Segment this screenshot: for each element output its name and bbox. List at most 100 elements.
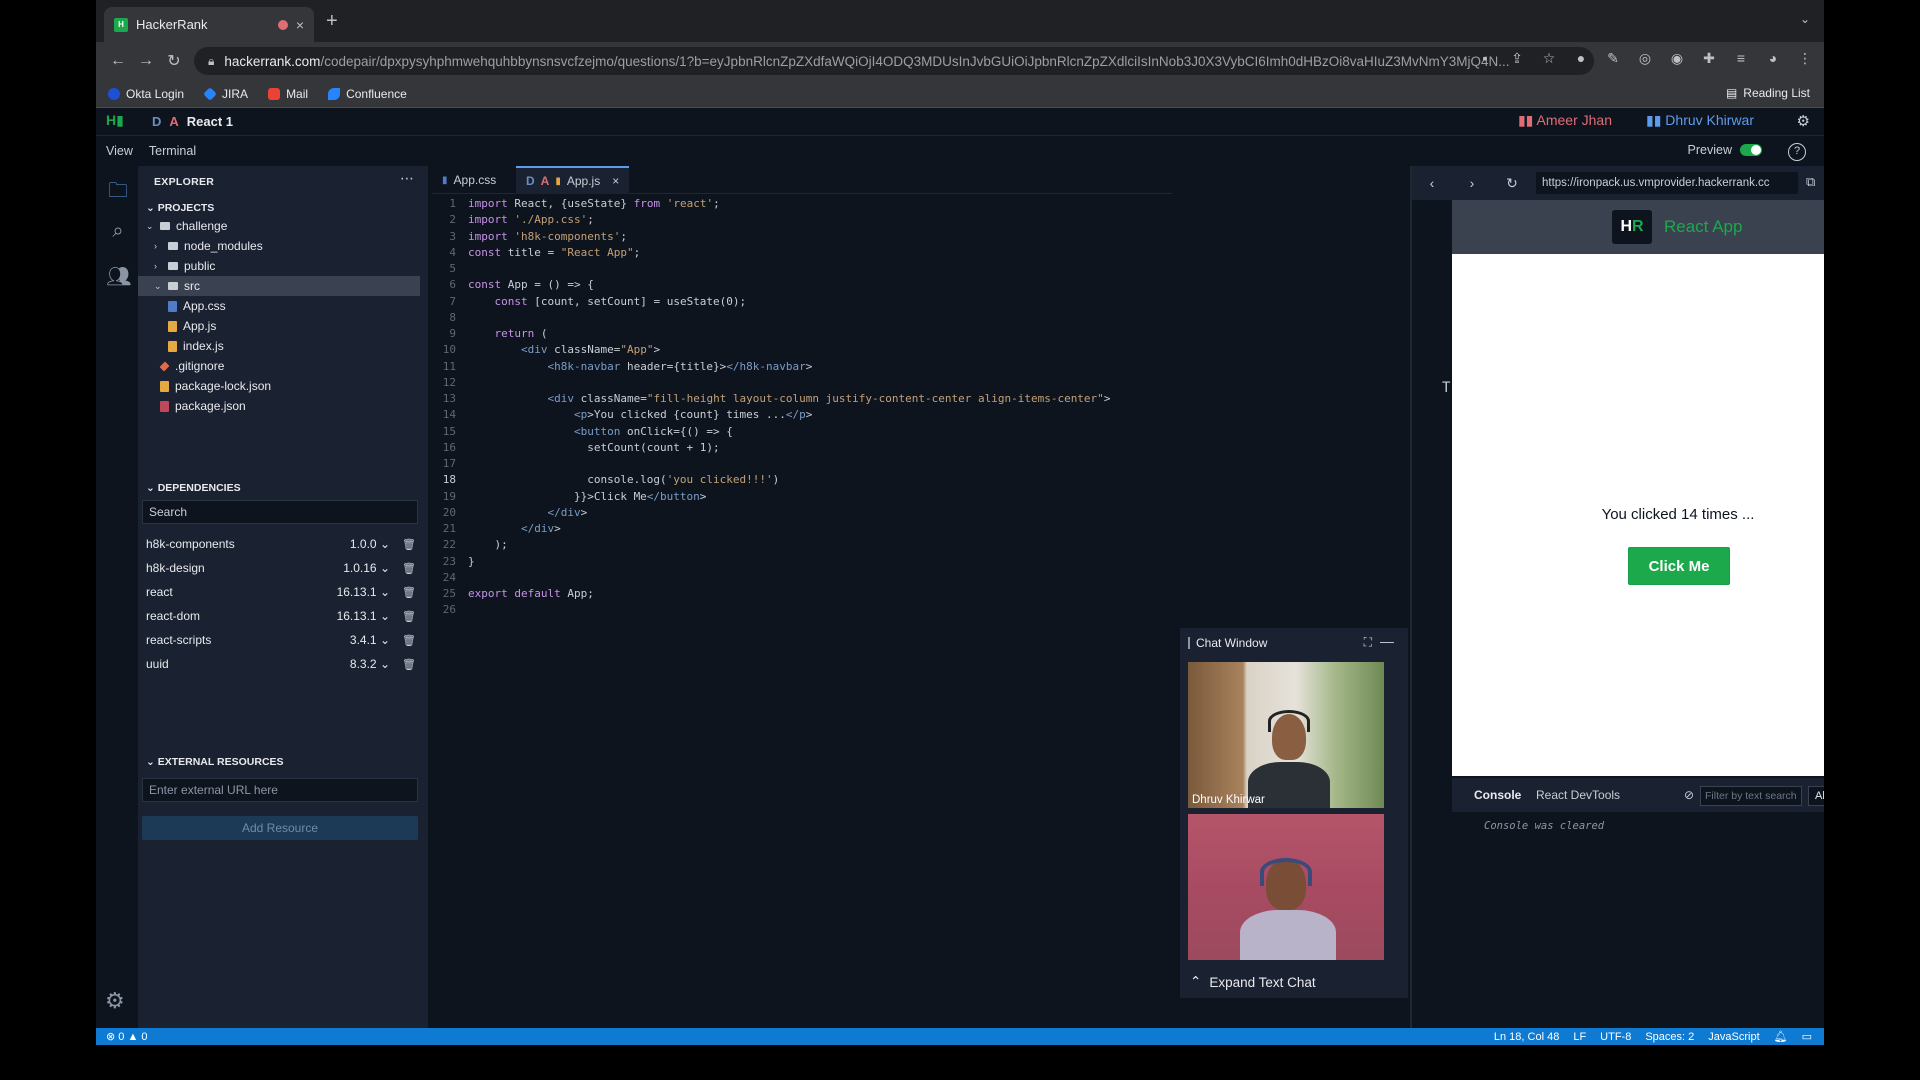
tree-file-package-json[interactable]: package.json xyxy=(138,396,428,416)
trash-icon[interactable]: 🗑︎ xyxy=(402,658,416,671)
tab-app-js[interactable]: D A ▮ App.js × xyxy=(516,166,630,194)
version-select[interactable]: 1.0.0 ⌄ xyxy=(350,537,390,551)
dependencies-header[interactable]: ⌄ DEPENDENCIES xyxy=(146,482,241,494)
code-line[interactable]: 5 xyxy=(432,261,1172,277)
code-line[interactable]: 19 }}>Click Me</button> xyxy=(432,489,1172,505)
trash-icon[interactable]: 🗑︎ xyxy=(402,634,416,647)
code-line[interactable]: 3 import 'h8k-components'; xyxy=(432,229,1172,245)
click-me-button[interactable]: Click Me xyxy=(1628,547,1730,585)
preview-toggle[interactable]: Preview xyxy=(1688,143,1762,157)
code-line[interactable]: 8 xyxy=(432,310,1172,326)
code-line[interactable]: 13 <div className="fill-height layout-co… xyxy=(432,391,1172,407)
version-select[interactable]: 16.13.1 ⌄ xyxy=(337,585,390,599)
extension-4-icon[interactable]: ◉ xyxy=(1668,50,1686,67)
external-resources-header[interactable]: ⌄ EXTERNAL RESOURCES xyxy=(146,756,284,768)
tree-file-gitignore[interactable]: .gitignore xyxy=(138,356,428,376)
code-line[interactable]: 20 </div> xyxy=(432,505,1172,521)
external-url-input[interactable]: Enter external URL here xyxy=(142,778,418,802)
code-line[interactable]: 2 import './App.css'; xyxy=(432,212,1172,228)
tree-file-app-js[interactable]: App.js xyxy=(138,316,428,336)
code-line[interactable]: 16 setCount(count + 1); xyxy=(432,440,1172,456)
version-select[interactable]: 1.0.16 ⌄ xyxy=(343,561,390,575)
encoding[interactable]: UTF-8 xyxy=(1600,1031,1631,1043)
extension-2-icon[interactable]: ✎ xyxy=(1604,50,1622,67)
version-select[interactable]: 3.4.1 ⌄ xyxy=(350,633,390,647)
share-icon[interactable]: ⇪ xyxy=(1508,50,1526,67)
browser-menu-icon[interactable]: ⋮ xyxy=(1796,50,1814,67)
code-line[interactable]: 12 xyxy=(432,375,1172,391)
tree-folder-public[interactable]: › public xyxy=(138,256,428,276)
gear-icon[interactable]: ⚙ xyxy=(1797,112,1810,130)
new-tab-icon[interactable]: + xyxy=(326,10,338,33)
tree-folder-node-modules[interactable]: › node_modules xyxy=(138,236,428,256)
tab-react-devtools[interactable]: React DevTools xyxy=(1536,788,1620,802)
tree-file-app-css[interactable]: App.css xyxy=(138,296,428,316)
tree-file-package-lock[interactable]: package-lock.json xyxy=(138,376,428,396)
pane-divider[interactable] xyxy=(1410,166,1412,1028)
console-filter-input[interactable]: Filter by text search xyxy=(1700,786,1802,806)
code-line[interactable]: 4 const title = "React App"; xyxy=(432,245,1172,261)
code-line[interactable]: 7 const [count, setCount] = useState(0); xyxy=(432,294,1172,310)
trash-icon[interactable]: 🗑︎ xyxy=(402,586,416,599)
bookmark-mail[interactable]: Mail xyxy=(268,87,308,101)
code-line[interactable]: 1 import React, {useState} from 'react'; xyxy=(432,196,1172,212)
menu-terminal[interactable]: Terminal xyxy=(149,144,196,158)
code-lines[interactable]: 1 import React, {useState} from 'react'; 2… xyxy=(432,196,1172,619)
participant-dhruv[interactable]: ▮▮ Dhruv Khirwar xyxy=(1646,112,1754,129)
log-level-select[interactable]: All xyxy=(1808,786,1824,806)
code-line[interactable]: 11 <h8k-navbar header={title}></h8k-navb… xyxy=(432,359,1172,375)
reading-list[interactable]: ▤ Reading List xyxy=(1726,86,1810,100)
more-icon[interactable]: ⋯ xyxy=(400,170,414,187)
preview-back-icon[interactable]: ‹ xyxy=(1412,175,1452,191)
preview-forward-icon[interactable]: › xyxy=(1452,175,1492,191)
close-tab-icon[interactable]: × xyxy=(612,174,619,188)
code-line[interactable]: 17 xyxy=(432,456,1172,472)
layout-icon[interactable]: ▭ xyxy=(1802,1030,1812,1043)
version-select[interactable]: 8.3.2 ⌄ xyxy=(350,657,390,671)
code-line[interactable]: 26 xyxy=(432,602,1172,618)
reload-icon[interactable]: ↻ xyxy=(160,51,188,71)
cursor-position[interactable]: Ln 18, Col 48 xyxy=(1494,1031,1559,1043)
tree-file-index-js[interactable]: index.js xyxy=(138,336,428,356)
back-arrow-icon[interactable]: ← xyxy=(104,52,132,70)
code-line[interactable]: 23} xyxy=(432,554,1172,570)
indentation[interactable]: Spaces: 2 xyxy=(1645,1031,1694,1043)
expand-text-chat-button[interactable]: ⌃ Expand Text Chat xyxy=(1180,966,1408,998)
help-icon[interactable]: ? xyxy=(1788,143,1806,161)
forward-arrow-icon[interactable]: → xyxy=(132,52,160,70)
drag-handle-icon[interactable] xyxy=(1188,637,1190,649)
trash-icon[interactable]: 🗑︎ xyxy=(402,610,416,623)
close-tab-icon[interactable]: × xyxy=(296,17,304,33)
address-bar[interactable]: 🔒︎ hackerrank.com /codepair/dpxpysyhphmw… xyxy=(194,47,1594,75)
browser-tab[interactable]: H HackerRank × xyxy=(104,7,314,42)
code-line[interactable]: 15 <button onClick={() => { xyxy=(432,424,1172,440)
code-line[interactable]: 18 console.log('you clicked!!!') xyxy=(432,472,1172,488)
dependency-search-input[interactable]: Search xyxy=(142,500,418,524)
projects-header[interactable]: ⌄ PROJECTS xyxy=(146,202,214,214)
tree-folder-challenge[interactable]: ⌄ challenge xyxy=(138,216,428,236)
bookmark-star-icon[interactable]: ☆ xyxy=(1540,50,1558,67)
version-select[interactable]: 16.13.1 ⌄ xyxy=(337,609,390,623)
camera-icon[interactable]: ▪ xyxy=(1476,50,1494,67)
bell-icon[interactable]: 🔔︎ xyxy=(1774,1030,1788,1043)
open-external-icon[interactable]: ⧉ xyxy=(1806,174,1815,190)
code-line[interactable]: 22 ); xyxy=(432,537,1172,553)
code-line[interactable]: 10 <div className="App"> xyxy=(432,342,1172,358)
add-resource-button[interactable]: Add Resource xyxy=(142,816,418,840)
clear-console-icon[interactable]: ⊘ xyxy=(1684,788,1694,802)
preview-url-input[interactable]: https://ironpack.us.vmprovider.hackerran… xyxy=(1536,172,1798,194)
language-mode[interactable]: JavaScript xyxy=(1708,1031,1759,1043)
code-line[interactable]: 25 export default App; xyxy=(432,586,1172,602)
code-line[interactable]: 6 const App = () => { xyxy=(432,277,1172,293)
menu-view[interactable]: View xyxy=(106,144,133,158)
code-line[interactable]: 24 xyxy=(432,570,1172,586)
toggle-switch[interactable] xyxy=(1740,144,1762,156)
tab-app-css[interactable]: ▮ App.css xyxy=(432,166,506,194)
fullscreen-icon[interactable]: ⛶ xyxy=(1364,635,1372,650)
extension-3-icon[interactable]: ◎ xyxy=(1636,50,1654,67)
trash-icon[interactable]: 🗑︎ xyxy=(402,538,416,551)
preview-reload-icon[interactable]: ↻ xyxy=(1492,175,1532,192)
search-icon[interactable]: ⌕ xyxy=(106,220,130,244)
code-line[interactable]: 9 return ( xyxy=(432,326,1172,342)
tree-folder-src[interactable]: ⌄ src xyxy=(138,276,420,296)
